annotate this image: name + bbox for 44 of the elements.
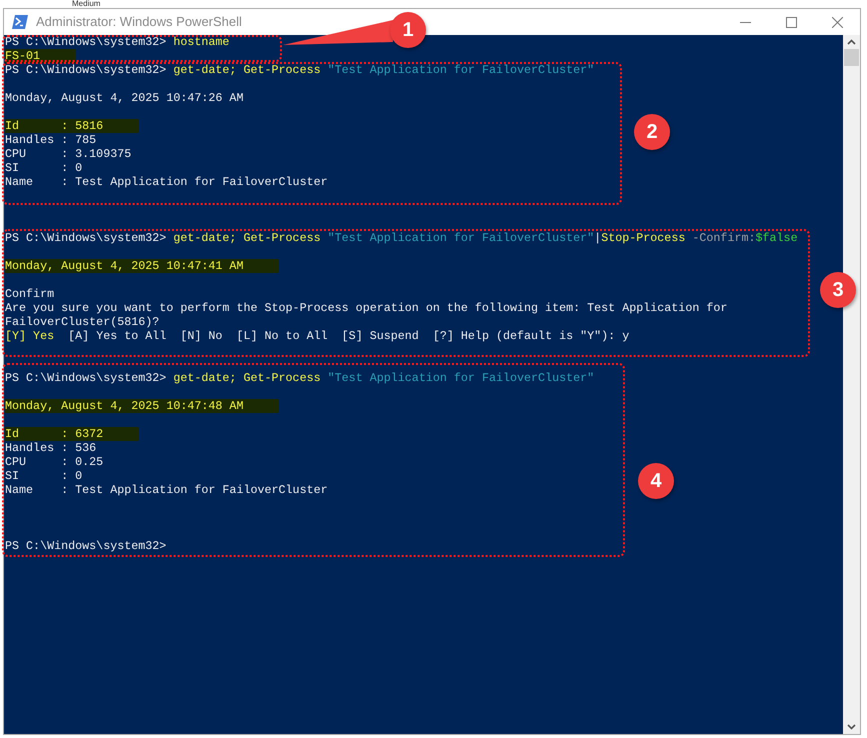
output-text: Handles : 785 (5, 133, 96, 147)
string-argument: "Test Application for FailoverCluster" (328, 371, 594, 385)
string-argument: "Test Application for FailoverCluster" (328, 231, 594, 245)
string-argument: "Test Application for FailoverCluster" (328, 63, 594, 77)
scroll-thumb[interactable] (844, 49, 859, 66)
scrollbar[interactable] (843, 35, 860, 734)
prompt-text: | (594, 231, 602, 245)
prompt-text: PS C:\Windows\system32> (5, 231, 168, 245)
output-text: SI : 0 (5, 161, 82, 175)
parameter-text: -Confirm: (692, 231, 756, 245)
output-text: Handles : 536 (5, 441, 96, 455)
command-text: [Y] Yes (5, 329, 54, 343)
maximize-icon (786, 16, 796, 28)
output-text: CPU : 3.109375 (5, 147, 132, 161)
output-text: FS-01 (5, 49, 40, 63)
output-text: SI : 0 (5, 469, 82, 483)
window-title: Administrator: Windows PowerShell (36, 13, 242, 32)
command-text: get-date; Get-Process (173, 63, 322, 77)
output-text: [A] Yes to All [N] No [L] No to All [S] Suspend [?] Help (default is "Y"): y (67, 329, 630, 343)
scroll-up-icon[interactable] (847, 39, 856, 45)
output-text: Monday, August 4, 2025 10:47:26 AM (5, 91, 244, 105)
output-text: Are you sure you want to perform the Stop-Process operation on the following item: Test Application for (5, 301, 728, 315)
background-label: Medium (72, 0, 100, 8)
variable-text: $false (756, 231, 798, 245)
close-icon (832, 16, 842, 28)
output-text: Confirm (5, 287, 54, 301)
powershell-icon (12, 15, 28, 29)
command-text: get-date; Get-Process (173, 371, 322, 385)
command-text: get-date; Get-Process (173, 231, 322, 245)
prompt-text: PS C:\Windows\system32> (5, 371, 168, 385)
prompt-text: PS C:\Windows\system32> (5, 35, 168, 49)
output-text: Name : Test Application for FailoverCluster (5, 175, 328, 189)
scroll-down-icon[interactable] (847, 724, 856, 730)
command-text: Stop-Process (601, 231, 686, 245)
prompt-text: PS C:\Windows\system32> (5, 539, 166, 553)
prompt-text: PS C:\Windows\system32> (5, 63, 168, 77)
output-text: Id : 5816 (5, 119, 104, 133)
output-text: Monday, August 4, 2025 10:47:48 AM (5, 399, 244, 413)
output-text: Name : Test Application for FailoverCluster (5, 483, 328, 497)
output-text: Id : 6372 (5, 427, 104, 441)
output-text: FailoverCluster(5816)? (5, 315, 160, 329)
command-text: hostname (173, 35, 230, 49)
output-text: CPU : 0.25 (5, 455, 104, 469)
output-text: Monday, August 4, 2025 10:47:41 AM (5, 259, 244, 273)
